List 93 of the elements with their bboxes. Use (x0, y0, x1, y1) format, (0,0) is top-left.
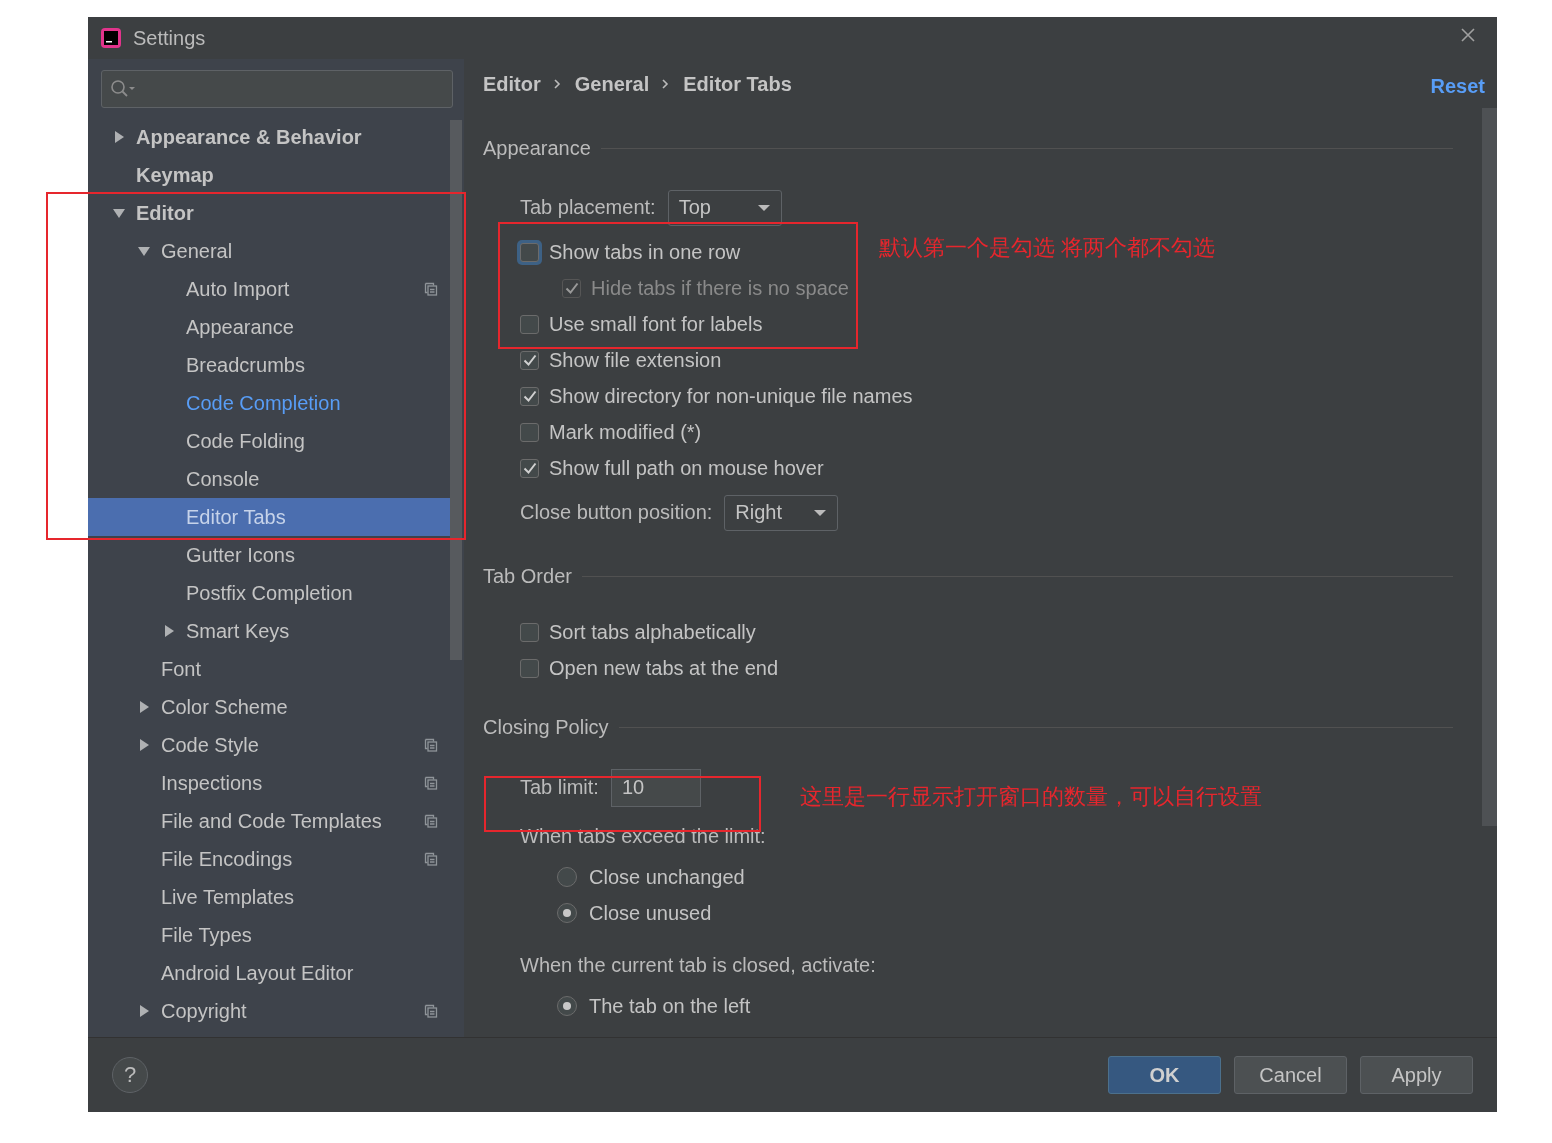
ok-button[interactable]: OK (1108, 1056, 1221, 1094)
copy-icon (424, 282, 438, 296)
checkbox-label: Show directory for non-unique file names (549, 384, 913, 408)
section-title: Closing Policy (483, 715, 609, 739)
copy-icon (424, 814, 438, 828)
tree-item[interactable]: Copyright (88, 992, 450, 1030)
section-title: Appearance (483, 136, 591, 160)
tree-item[interactable]: Auto Import (88, 270, 450, 308)
tree-item[interactable]: Gutter Icons (88, 536, 450, 574)
radio-label: The tab on the left (589, 994, 751, 1018)
checkbox[interactable] (520, 314, 539, 334)
checkbox-label: Hide tabs if there is no space (591, 276, 849, 300)
annotation-note: 这里是一行显示打开窗口的数量，可以自行设置 (800, 783, 1262, 811)
breadcrumb[interactable]: General (574, 72, 650, 96)
expanded-arrow-icon (112, 206, 126, 220)
tree-item[interactable]: Code Style (88, 726, 450, 764)
caption-text: When the current tab is closed, activate: (520, 954, 876, 977)
tree-item[interactable]: Postfix Completion (88, 574, 450, 612)
tree-item[interactable]: File and Code Templates (88, 802, 450, 840)
scrollbar[interactable] (450, 120, 462, 660)
tree-item[interactable]: Console (88, 460, 450, 498)
search-icon (110, 79, 136, 99)
tree-item[interactable]: Inspections (88, 764, 450, 802)
check-icon (564, 282, 579, 294)
radio-label: Close unchanged (589, 865, 745, 889)
checkbox[interactable] (520, 386, 539, 406)
tree-item[interactable]: Live Templates (88, 878, 450, 916)
copy-icon (424, 852, 438, 866)
dialog-button[interactable]: Apply (1360, 1056, 1473, 1094)
checkbox-label: Use small font for labels (549, 312, 763, 336)
close-icon[interactable] (1461, 28, 1475, 42)
tree-item[interactable]: Appearance (88, 308, 450, 346)
radio-button[interactable] (557, 903, 577, 923)
search-field[interactable] (101, 70, 453, 108)
scrollbar[interactable] (1482, 108, 1497, 826)
tree-item[interactable]: Keymap (88, 156, 450, 194)
checkbox[interactable] (520, 350, 539, 370)
tree-item[interactable]: Font (88, 650, 450, 688)
tree-item[interactable]: Android Layout Editor (88, 954, 450, 992)
reset-link[interactable]: Reset (1430, 74, 1485, 98)
tree-item[interactable]: General (88, 232, 450, 270)
dropdown[interactable]: Right (724, 494, 839, 531)
checkbox-label: Show file extension (549, 348, 722, 372)
collapsed-arrow-icon (137, 700, 151, 714)
checkbox[interactable] (520, 658, 539, 678)
section-title: Tab Order (483, 564, 572, 588)
expanded-arrow-icon (137, 244, 151, 258)
tree-item[interactable]: Editor Tabs (88, 498, 450, 536)
input-field[interactable]: 10 (610, 768, 701, 807)
collapsed-arrow-icon (137, 1004, 151, 1018)
copy-icon (424, 738, 438, 752)
collapsed-arrow-icon (112, 130, 126, 144)
chevron-icon (552, 77, 563, 91)
tree-item[interactable]: Appearance & Behavior (88, 118, 450, 156)
check-icon (522, 462, 537, 474)
field-label: Tab placement: (520, 196, 656, 219)
checkbox-label: Mark modified (*) (549, 420, 702, 444)
window-title: Settings (133, 26, 206, 50)
dropdown-arrow-icon (756, 203, 771, 212)
dropdown-arrow-icon (813, 508, 828, 517)
dropdown[interactable]: Top (667, 189, 782, 226)
copy-icon (424, 776, 438, 790)
tree-item[interactable]: Code Completion (88, 384, 450, 422)
check-icon (522, 390, 537, 402)
checkbox-label: Sort tabs alphabetically (549, 620, 756, 644)
checkbox-label: Show full path on mouse hover (549, 456, 824, 480)
field-label: Close button position: (520, 501, 713, 524)
copy-icon (424, 1004, 438, 1018)
breadcrumb[interactable]: Editor (483, 72, 541, 96)
checkbox[interactable] (520, 422, 539, 442)
radio-label: Close unused (589, 901, 712, 925)
tree-item[interactable]: Smart Keys (88, 612, 450, 650)
collapsed-arrow-icon (162, 624, 176, 638)
radio-button[interactable] (557, 996, 577, 1016)
annotation-note: 默认第一个是勾选 将两个都不勾选 (879, 234, 1216, 262)
tree-item[interactable]: Breadcrumbs (88, 346, 450, 384)
help-button[interactable]: ? (112, 1057, 148, 1093)
tree-item[interactable]: File Encodings (88, 840, 450, 878)
tree-item[interactable]: Code Folding (88, 422, 450, 460)
radio-button[interactable] (557, 867, 577, 887)
tree-item[interactable]: File Types (88, 916, 450, 954)
tree-item[interactable]: Color Scheme (88, 688, 450, 726)
collapsed-arrow-icon (137, 738, 151, 752)
app-logo-icon (101, 28, 121, 48)
checkbox[interactable] (520, 622, 539, 642)
field-label: Tab limit: (520, 776, 599, 799)
check-icon (522, 354, 537, 366)
checkbox[interactable] (520, 458, 539, 478)
checkbox-label: Open new tabs at the end (549, 656, 779, 680)
dialog-button[interactable]: Cancel (1234, 1056, 1347, 1094)
tree-item[interactable]: Editor (88, 194, 450, 232)
breadcrumb[interactable]: Editor Tabs (683, 72, 792, 96)
checkbox-label: Show tabs in one row (549, 240, 741, 264)
